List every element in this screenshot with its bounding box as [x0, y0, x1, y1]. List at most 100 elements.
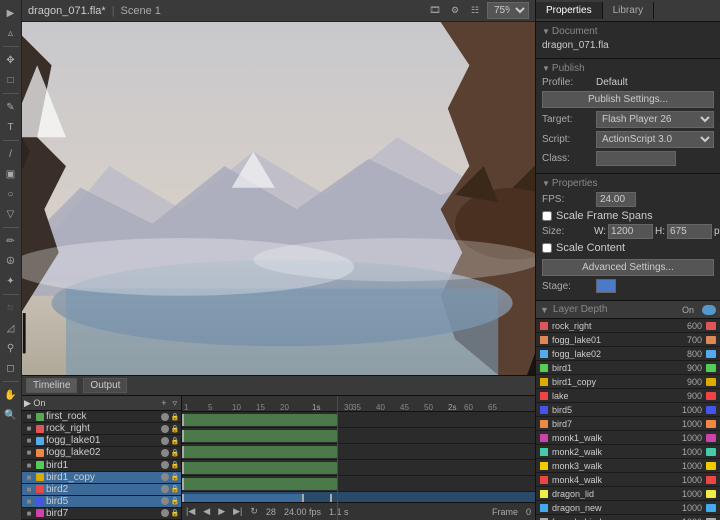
stage-label: Stage:: [542, 281, 592, 292]
layer-depth-toggle[interactable]: [702, 305, 716, 315]
ld-depth-value: 600: [667, 321, 702, 331]
layer-row-selected[interactable]: ■ bird5 🔒: [22, 496, 181, 508]
goto-start-btn[interactable]: |◀: [186, 506, 195, 517]
layer-lock[interactable]: 🔒: [171, 485, 179, 493]
play-btn[interactable]: ▶: [218, 506, 225, 517]
tool-gradient[interactable]: □: [2, 71, 20, 89]
tool-eraser[interactable]: ◻: [2, 359, 20, 377]
layer-visibility[interactable]: [161, 485, 169, 493]
tool-arrow[interactable]: ▶: [2, 4, 20, 22]
layer-depth-row[interactable]: bird1_copy 900: [536, 375, 720, 389]
tool-text[interactable]: T: [2, 118, 20, 136]
layer-visibility[interactable]: [161, 449, 169, 457]
tool-free-transform[interactable]: ✥: [2, 51, 20, 69]
layer-depth-row[interactable]: bird5 1000: [536, 403, 720, 417]
layer-row[interactable]: ■ bird1 🔒: [22, 460, 181, 472]
layer-depth-row[interactable]: monk1_walk 1000: [536, 431, 720, 445]
layer-depth-row[interactable]: bird7 1000: [536, 417, 720, 431]
tool-zoom[interactable]: 🔍: [2, 406, 20, 424]
tab-properties[interactable]: Properties: [536, 2, 603, 19]
tool-inkbottle[interactable]: ◾: [2, 299, 20, 317]
layer-names-panel: ▶ On + ▿ ■ first_rock 🔒 ■: [22, 396, 182, 520]
class-input[interactable]: [596, 151, 676, 166]
height-input[interactable]: [667, 224, 712, 239]
publish-settings-btn[interactable]: Publish Settings...: [542, 91, 714, 108]
tool-bucket[interactable]: ◿: [2, 319, 20, 337]
tab-library[interactable]: Library: [603, 2, 655, 19]
advanced-settings-btn[interactable]: Advanced Settings...: [542, 259, 714, 276]
tool-pen[interactable]: ✎: [2, 98, 20, 116]
layer-visibility[interactable]: [161, 473, 169, 481]
step-back-btn[interactable]: ◀: [203, 506, 210, 517]
tool-brush[interactable]: ☮: [2, 252, 20, 270]
tab-output[interactable]: Output: [83, 378, 127, 393]
settings-icon[interactable]: ⚙: [447, 3, 463, 19]
width-label: W:: [594, 226, 606, 237]
layer-lock[interactable]: 🔒: [171, 437, 179, 445]
layer-row[interactable]: ■ fogg_lake01 🔒: [22, 435, 181, 447]
delete-layer-btn[interactable]: ▿: [170, 398, 179, 409]
layer-depth-row[interactable]: monk2_walk 1000: [536, 445, 720, 459]
stage-color-swatch[interactable]: [596, 279, 616, 293]
layer-lock[interactable]: 🔒: [171, 425, 179, 433]
layer-visibility[interactable]: [161, 497, 169, 505]
layer-row[interactable]: ■ fogg_lake02 🔒: [22, 447, 181, 459]
scale-frames-checkbox[interactable]: [542, 211, 552, 221]
layer-depth-row[interactable]: bird1 900: [536, 361, 720, 375]
layer-lock[interactable]: 🔒: [171, 497, 179, 505]
layer-lock[interactable]: 🔒: [171, 473, 179, 481]
script-select[interactable]: ActionScript 3.0: [596, 131, 714, 148]
tool-subselect[interactable]: ▵: [2, 24, 20, 42]
target-select[interactable]: Flash Player 26: [596, 111, 714, 128]
view-icon[interactable]: ☷: [467, 3, 483, 19]
layer-depth-row[interactable]: dragon_lid 1000: [536, 487, 720, 501]
doc-name: dragon_071.fla: [542, 40, 609, 51]
layer-visibility[interactable]: [161, 461, 169, 469]
tool-poly[interactable]: ▽: [2, 205, 20, 223]
tool-oval[interactable]: ○: [2, 185, 20, 203]
layer-depth-row[interactable]: fogg_lake02 800: [536, 347, 720, 361]
layer-visibility[interactable]: [161, 413, 169, 421]
scale-content-checkbox[interactable]: [542, 243, 552, 253]
layer-row-selected[interactable]: ■ bird1_copy 🔒: [22, 472, 181, 484]
tool-line[interactable]: /: [2, 145, 20, 163]
zoom-select[interactable]: 75% 50% 100%: [487, 2, 529, 19]
layer-lock[interactable]: 🔒: [171, 461, 179, 469]
layer-depth-row[interactable]: dragon_new 1000: [536, 501, 720, 515]
track-row: [182, 428, 535, 444]
layer-lock[interactable]: 🔒: [171, 413, 179, 421]
ld-color-dot: [540, 476, 548, 484]
tool-rect[interactable]: ▣: [2, 165, 20, 183]
layer-depth-row[interactable]: rock_right 600: [536, 319, 720, 333]
tool-deco[interactable]: ✦: [2, 272, 20, 290]
tool-pencil[interactable]: ✏: [2, 232, 20, 250]
ld-depth-value: 1000: [667, 517, 702, 520]
fps-input[interactable]: [596, 192, 636, 207]
layer-visibility[interactable]: [161, 425, 169, 433]
current-frame-display: 28: [266, 507, 276, 517]
ld-color-dot: [540, 392, 548, 400]
layer-row-selected[interactable]: ■ bird2 🔒: [22, 484, 181, 496]
tab-timeline[interactable]: Timeline: [26, 378, 77, 393]
fps-display: 24.00 fps: [284, 507, 321, 517]
tool-eyedropper[interactable]: ⚲: [2, 339, 20, 357]
layer-depth-row[interactable]: lake 900: [536, 389, 720, 403]
layer-row[interactable]: ■ bird7 🔒: [22, 508, 181, 520]
loop-btn[interactable]: ↻: [250, 506, 258, 517]
clip-icon[interactable]: 🎞: [427, 3, 443, 19]
layer-depth-row[interactable]: monk3_walk 1000: [536, 459, 720, 473]
layer-row[interactable]: ■ rock_right 🔒: [22, 423, 181, 435]
layer-depth-row[interactable]: monk4_walk 1000: [536, 473, 720, 487]
layer-lock[interactable]: 🔒: [171, 449, 179, 457]
layer-depth-row[interactable]: fogg_lake01 700: [536, 333, 720, 347]
layer-row[interactable]: ■ first_rock 🔒: [22, 411, 181, 423]
add-layer-btn[interactable]: +: [159, 398, 168, 408]
layer-visibility[interactable]: [161, 437, 169, 445]
layer-lock[interactable]: 🔒: [171, 509, 179, 517]
width-input[interactable]: [608, 224, 653, 239]
layer-visibility[interactable]: [161, 509, 169, 517]
step-fwd-btn[interactable]: ▶|: [233, 506, 242, 517]
ld-color-dot: [540, 434, 548, 442]
layer-depth-row[interactable]: fogg_behind... 1000: [536, 515, 720, 520]
tool-hand[interactable]: ✋: [2, 386, 20, 404]
